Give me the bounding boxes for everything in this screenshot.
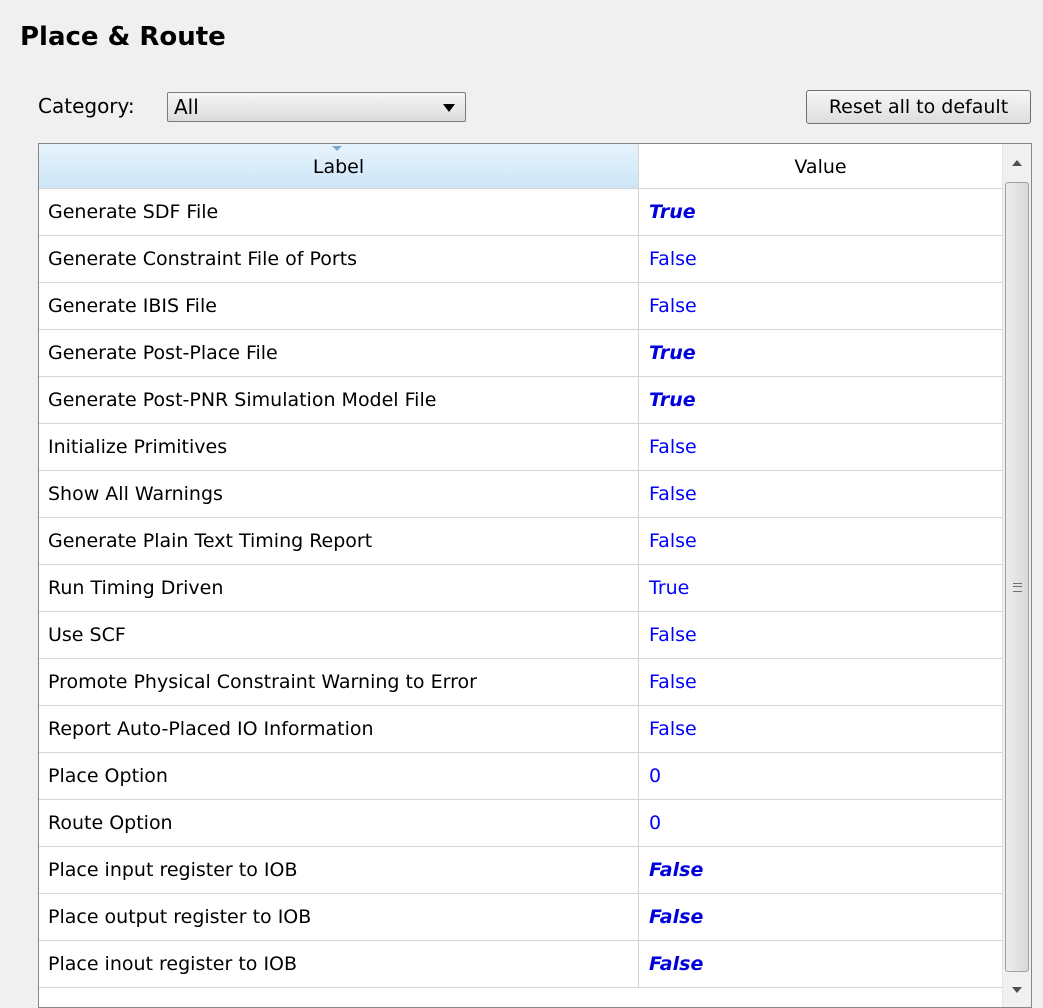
table-row[interactable]: Generate IBIS File False: [39, 283, 1002, 330]
category-label: Category:: [38, 94, 135, 118]
table-body: Generate SDF File True Generate Constraint…: [39, 189, 1002, 988]
row-value[interactable]: False: [649, 518, 697, 564]
table-row[interactable]: Generate Post-PNR Simulation Model File T…: [39, 377, 1002, 424]
column-header-label-text: Label: [312, 156, 365, 178]
row-label: Run Timing Driven: [39, 565, 639, 611]
row-label: Place inout register to IOB: [39, 941, 639, 987]
row-label: Place output register to IOB: [39, 894, 639, 940]
scrollbar-thumb[interactable]: [1005, 182, 1029, 972]
row-value[interactable]: False: [649, 847, 703, 893]
scroll-up-icon[interactable]: [1012, 160, 1022, 166]
table-row[interactable]: Place Option 0: [39, 753, 1002, 800]
row-value[interactable]: True: [649, 330, 696, 376]
row-label: Place input register to IOB: [39, 847, 639, 893]
table-row[interactable]: Route Option 0: [39, 800, 1002, 847]
row-value[interactable]: 0: [649, 753, 661, 799]
row-label: Generate Constraint File of Ports: [39, 236, 639, 282]
row-label: Initialize Primitives: [39, 424, 639, 470]
row-value[interactable]: 0: [649, 800, 661, 846]
row-label: Generate SDF File: [39, 189, 639, 235]
table-row[interactable]: Generate Constraint File of Ports False: [39, 236, 1002, 283]
row-label: Use SCF: [39, 612, 639, 658]
row-value[interactable]: False: [649, 283, 697, 329]
table-row[interactable]: Place output register to IOB False: [39, 894, 1002, 941]
category-dropdown[interactable]: All: [167, 92, 466, 122]
scroll-down-icon[interactable]: [1012, 987, 1022, 993]
table-row[interactable]: Generate SDF File True: [39, 189, 1002, 236]
table-row[interactable]: Report Auto-Placed IO Information False: [39, 706, 1002, 753]
row-label: Place Option: [39, 753, 639, 799]
table-row[interactable]: Show All Warnings False: [39, 471, 1002, 518]
row-value[interactable]: False: [649, 941, 703, 987]
table-row[interactable]: Place inout register to IOB False: [39, 941, 1002, 988]
row-label: Promote Physical Constraint Warning to E…: [39, 659, 639, 705]
table-row[interactable]: Use SCF False: [39, 612, 1002, 659]
row-value[interactable]: False: [649, 894, 703, 940]
column-header-value[interactable]: Value: [639, 144, 1002, 188]
table-row[interactable]: Initialize Primitives False: [39, 424, 1002, 471]
row-label: Report Auto-Placed IO Information: [39, 706, 639, 752]
row-value[interactable]: False: [649, 424, 697, 470]
row-label: Generate IBIS File: [39, 283, 639, 329]
row-value[interactable]: True: [649, 189, 696, 235]
table-row[interactable]: Run Timing Driven True: [39, 565, 1002, 612]
table-row[interactable]: Promote Physical Constraint Warning to E…: [39, 659, 1002, 706]
reset-all-button[interactable]: Reset all to default: [806, 90, 1031, 124]
category-selected-value: All: [174, 95, 199, 119]
chevron-down-icon: [443, 104, 455, 112]
column-header-label[interactable]: Label: [39, 144, 639, 188]
row-value[interactable]: False: [649, 236, 697, 282]
grip-icon: [1013, 583, 1022, 592]
row-label: Generate Post-PNR Simulation Model File: [39, 377, 639, 423]
row-value[interactable]: False: [649, 471, 697, 517]
row-value[interactable]: False: [649, 659, 697, 705]
vertical-scrollbar[interactable]: [1002, 144, 1031, 1007]
table-row[interactable]: Place input register to IOB False: [39, 847, 1002, 894]
row-value[interactable]: False: [649, 612, 697, 658]
row-label: Route Option: [39, 800, 639, 846]
row-label: Generate Plain Text Timing Report: [39, 518, 639, 564]
table-header: Label Value: [39, 144, 1002, 189]
sort-arrow-icon: [332, 146, 342, 151]
table-row[interactable]: Generate Post-Place File True: [39, 330, 1002, 377]
row-label: Show All Warnings: [39, 471, 639, 517]
column-header-value-text: Value: [794, 156, 847, 178]
options-table: Label Value Generate SDF File True Generat…: [38, 143, 1032, 1008]
row-value[interactable]: False: [649, 706, 697, 752]
row-value[interactable]: True: [649, 565, 689, 611]
row-value[interactable]: True: [649, 377, 696, 423]
table-row[interactable]: Generate Plain Text Timing Report False: [39, 518, 1002, 565]
page-title: Place & Route: [20, 22, 226, 52]
row-label: Generate Post-Place File: [39, 330, 639, 376]
